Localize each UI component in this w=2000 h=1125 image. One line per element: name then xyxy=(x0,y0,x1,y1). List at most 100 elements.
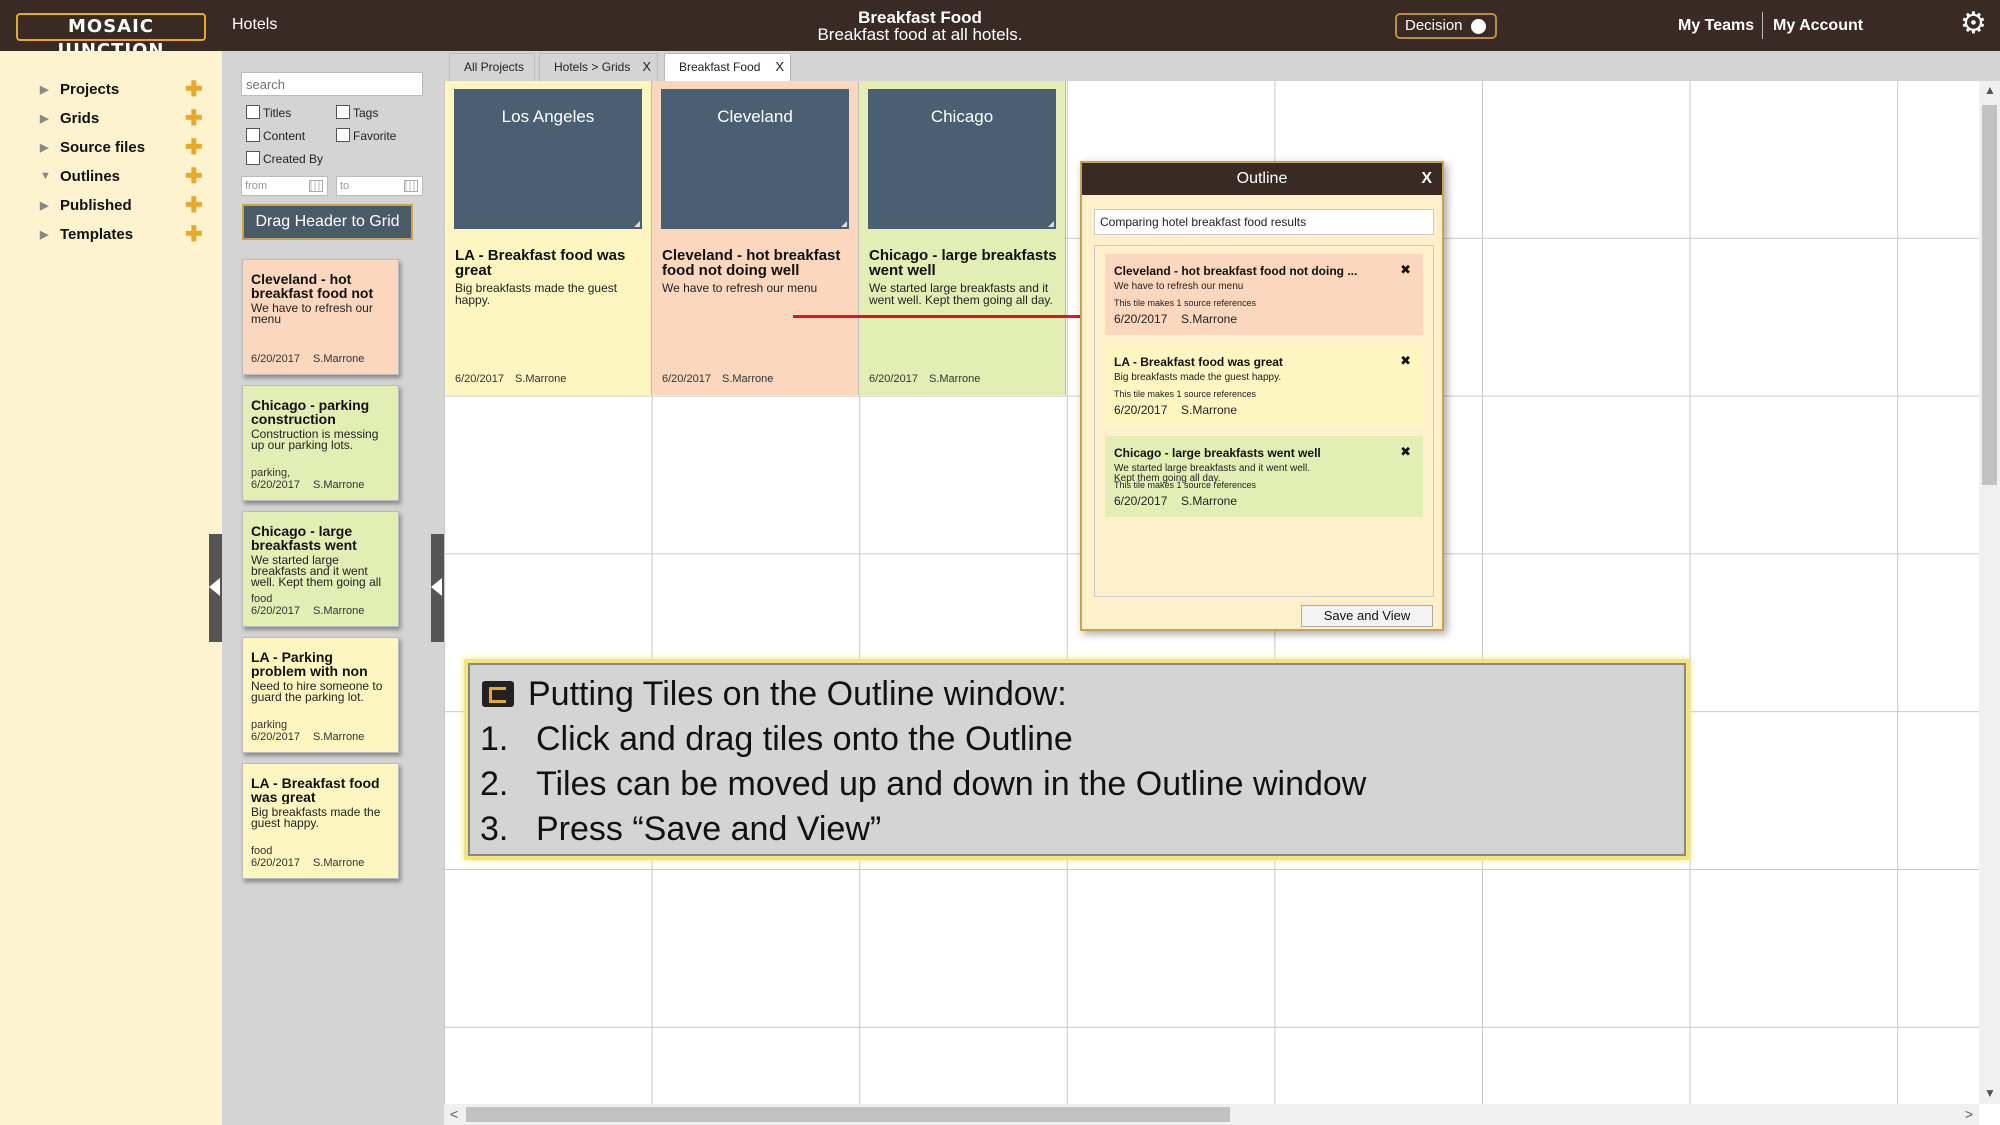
instruction-step: 1. Click and drag tiles onto the Outline xyxy=(480,720,1073,759)
step-number: 2. xyxy=(480,765,509,803)
my-teams-link[interactable]: My Teams xyxy=(1678,17,1754,35)
tab-all-projects[interactable]: All Projects xyxy=(449,53,535,81)
toggle-knob xyxy=(1471,19,1486,34)
add-icon[interactable]: ✚ xyxy=(185,164,203,189)
tile-date: 6/20/2017 xyxy=(869,373,918,385)
remove-icon[interactable]: ✖ xyxy=(1400,444,1411,460)
tile-title: Cleveland - hot breakfast food not doing… xyxy=(662,247,841,279)
expand-triangle-icon[interactable]: ▶ xyxy=(40,83,48,96)
tile-title: Chicago - parking construction xyxy=(251,398,370,426)
calendar-icon[interactable] xyxy=(309,180,323,192)
filter-created-by-checkbox[interactable]: Created By xyxy=(246,151,323,166)
filter-tags-checkbox[interactable]: Tags xyxy=(336,105,378,120)
grid-column-los-angeles[interactable]: Los Angeles LA - Breakfast food was grea… xyxy=(445,81,652,395)
tab-hotels-grids[interactable]: Hotels > Grids X xyxy=(539,53,658,81)
tile-date: 6/20/2017 xyxy=(251,857,300,869)
grid-column-cleveland[interactable]: Cleveland Cleveland - hot breakfast food… xyxy=(652,81,859,395)
filter-content-checkbox[interactable]: Content xyxy=(246,128,305,143)
tile-body: We started large breakfasts and it went … xyxy=(869,282,1053,307)
sidebar-item-label: Grids xyxy=(60,110,100,127)
instruction-step: 2. Tiles can be moved up and down in the … xyxy=(480,765,1366,804)
search-input[interactable] xyxy=(241,72,423,96)
scroll-up-icon[interactable]: ▲ xyxy=(1984,83,1996,97)
tile-body: Need to hire someone to guard the parkin… xyxy=(251,681,383,704)
outline-item-title: Chicago - large breakfasts went well xyxy=(1114,446,1321,460)
sidebar-item-templates[interactable]: ▶ Templates ✚ xyxy=(40,222,210,247)
panel-tile[interactable]: LA - Parking problem with non Need to hi… xyxy=(242,637,399,753)
close-tab-icon[interactable]: X xyxy=(642,54,651,80)
outline-item[interactable]: LA - Breakfast food was great ✖ Big brea… xyxy=(1105,345,1423,426)
add-icon[interactable]: ✚ xyxy=(185,135,203,160)
resize-handle-icon[interactable] xyxy=(1048,221,1054,227)
my-account-link[interactable]: My Account xyxy=(1773,17,1863,35)
add-icon[interactable]: ✚ xyxy=(185,106,203,131)
sidebar-item-outlines[interactable]: ▼ Outlines ✚ xyxy=(40,164,210,189)
expand-triangle-icon[interactable]: ▶ xyxy=(40,199,48,212)
drag-header-to-grid-button[interactable]: Drag Header to Grid xyxy=(242,204,413,240)
column-header[interactable]: Cleveland xyxy=(661,89,849,229)
outline-header[interactable]: Outline X xyxy=(1082,163,1442,195)
column-header-label: Chicago xyxy=(930,107,994,126)
outline-name-input[interactable]: Comparing hotel breakfast food results xyxy=(1094,209,1434,235)
add-icon[interactable]: ✚ xyxy=(185,193,203,218)
sidebar-item-label: Projects xyxy=(60,81,120,98)
decision-label: Decision xyxy=(1405,17,1463,34)
add-icon[interactable]: ✚ xyxy=(185,77,203,102)
step-text: Click and drag tiles onto the Outline xyxy=(536,720,1073,758)
scroll-right-icon[interactable]: > xyxy=(1965,1106,1973,1122)
outline-item-author: S.Marrone xyxy=(1181,403,1238,417)
sidebar-item-source-files[interactable]: ▶ Source files ✚ xyxy=(40,135,210,160)
save-and-view-button[interactable]: Save and View xyxy=(1301,605,1433,627)
sidebar-item-grids[interactable]: ▶ Grids ✚ xyxy=(40,106,210,131)
resize-handle-icon[interactable] xyxy=(841,221,847,227)
add-icon[interactable]: ✚ xyxy=(185,222,203,247)
drag-arrow xyxy=(793,308,1105,324)
outline-item-date: 6/20/2017 xyxy=(1114,312,1168,326)
checkbox-label: Tags xyxy=(353,106,379,120)
remove-icon[interactable]: ✖ xyxy=(1400,262,1411,278)
expand-triangle-icon[interactable]: ▶ xyxy=(40,112,48,125)
column-header[interactable]: Los Angeles xyxy=(454,89,642,229)
panel-tile[interactable]: Chicago - parking construction Construct… xyxy=(242,385,399,501)
resize-handle-icon[interactable] xyxy=(634,221,640,227)
instruction-icon xyxy=(482,681,514,707)
remove-icon[interactable]: ✖ xyxy=(1400,353,1411,369)
sidebar-item-projects[interactable]: ▶ Projects ✚ xyxy=(40,77,210,102)
collapse-sidebar-handle[interactable] xyxy=(209,534,222,642)
expand-triangle-icon[interactable]: ▶ xyxy=(40,228,48,241)
date-to-input[interactable]: to xyxy=(336,176,423,196)
tile-title: LA - Parking problem with non xyxy=(251,650,368,678)
tile-date: 6/20/2017 xyxy=(251,353,300,365)
scroll-thumb[interactable] xyxy=(1982,105,1997,485)
collapse-tile-panel-handle[interactable] xyxy=(431,534,444,642)
scroll-down-icon[interactable]: ▼ xyxy=(1984,1086,1996,1100)
grid-column-chicago[interactable]: Chicago Chicago - large breakfasts went … xyxy=(859,81,1066,395)
filter-titles-checkbox[interactable]: Titles xyxy=(246,105,291,120)
tile-tag: food xyxy=(251,593,273,605)
tile-date: 6/20/2017 xyxy=(455,373,504,385)
scroll-thumb[interactable] xyxy=(466,1107,1230,1122)
panel-tile[interactable]: LA - Breakfast food was great Big breakf… xyxy=(242,763,399,879)
close-outline-button[interactable]: X xyxy=(1421,163,1432,195)
horizontal-scrollbar[interactable]: < > xyxy=(444,1104,1979,1125)
checkbox-label: Titles xyxy=(263,106,292,120)
outline-tile-list[interactable]: Cleveland - hot breakfast food not doing… xyxy=(1094,245,1434,597)
panel-tile[interactable]: Cleveland - hot breakfast food not We ha… xyxy=(242,259,399,375)
vertical-scrollbar[interactable]: ▲ ▼ xyxy=(1979,81,2000,1104)
outline-window[interactable]: Outline X Comparing hotel breakfast food… xyxy=(1080,161,1444,631)
filter-favorite-checkbox[interactable]: Favorite xyxy=(336,128,396,143)
gear-icon[interactable]: ⚙ xyxy=(1960,9,1987,39)
close-tab-icon[interactable]: X xyxy=(775,54,784,80)
scroll-left-icon[interactable]: < xyxy=(450,1106,458,1122)
date-from-input[interactable]: from xyxy=(241,176,328,196)
calendar-icon[interactable] xyxy=(404,180,418,192)
outline-item[interactable]: Cleveland - hot breakfast food not doing… xyxy=(1105,254,1423,335)
decision-toggle[interactable]: Decision xyxy=(1395,13,1497,39)
collapse-triangle-icon[interactable]: ▼ xyxy=(40,170,51,182)
outline-item[interactable]: Chicago - large breakfasts went well ✖ W… xyxy=(1105,436,1423,517)
column-header[interactable]: Chicago xyxy=(868,89,1056,229)
sidebar-item-published[interactable]: ▶ Published ✚ xyxy=(40,193,210,218)
expand-triangle-icon[interactable]: ▶ xyxy=(40,141,48,154)
tab-breakfast-food[interactable]: Breakfast Food X xyxy=(664,53,791,81)
panel-tile[interactable]: Chicago - large breakfasts went We start… xyxy=(242,511,399,627)
